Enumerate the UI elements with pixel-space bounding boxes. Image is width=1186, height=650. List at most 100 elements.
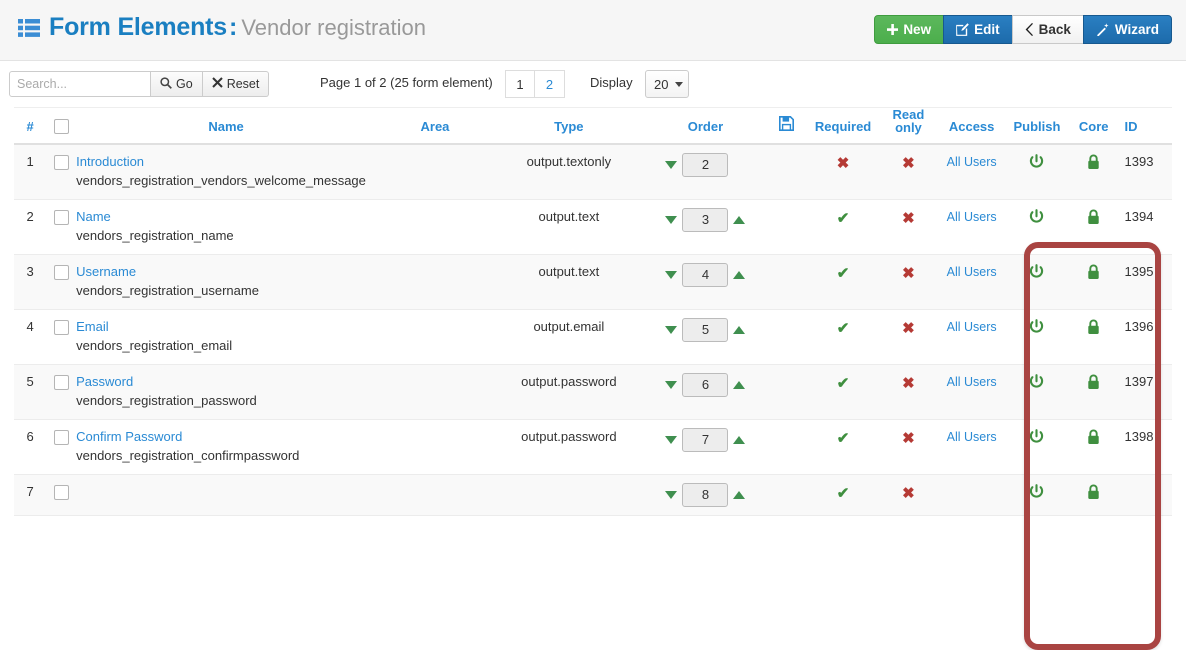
row-readonly[interactable]: ✖ — [880, 144, 937, 200]
row-name-link[interactable]: Email — [76, 319, 376, 335]
power-on-icon[interactable] — [1028, 264, 1045, 284]
row-required[interactable]: ✔ — [805, 419, 881, 475]
row-access-link[interactable]: All Users — [947, 430, 997, 444]
row-core[interactable] — [1066, 419, 1121, 475]
search-reset-button[interactable]: Reset — [202, 71, 270, 97]
row-readonly[interactable]: ✖ — [880, 254, 937, 310]
move-up-icon[interactable] — [733, 326, 746, 334]
row-core[interactable] — [1066, 364, 1121, 420]
col-publish[interactable]: Publish — [1006, 107, 1067, 145]
col-area[interactable]: Area — [376, 107, 494, 145]
row-publish[interactable] — [1006, 419, 1067, 475]
row-name-link[interactable]: Password — [76, 374, 376, 390]
row-readonly[interactable]: ✖ — [880, 419, 937, 475]
row-required[interactable]: ✔ — [805, 364, 881, 420]
col-number[interactable]: # — [14, 107, 47, 145]
power-on-icon[interactable] — [1028, 429, 1045, 449]
row-publish[interactable] — [1006, 199, 1067, 255]
move-up-icon[interactable] — [733, 491, 746, 499]
edit-button[interactable]: Edit — [943, 15, 1013, 44]
row-readonly[interactable]: ✖ — [880, 474, 937, 516]
row-access-link[interactable]: All Users — [947, 375, 997, 389]
row-checkbox[interactable] — [53, 430, 69, 446]
move-down-icon[interactable] — [665, 491, 678, 499]
col-readonly[interactable]: Read only — [880, 107, 937, 145]
col-type[interactable]: Type — [493, 107, 644, 145]
lock-icon[interactable] — [1086, 209, 1101, 228]
row-name-link[interactable]: Username — [76, 264, 376, 280]
order-value-input[interactable]: 3 — [682, 208, 729, 232]
order-value-input[interactable]: 7 — [682, 428, 729, 452]
order-value-input[interactable]: 2 — [682, 153, 729, 177]
row-access-link[interactable]: All Users — [947, 265, 997, 279]
lock-icon[interactable] — [1086, 154, 1101, 173]
row-name-link[interactable]: Introduction — [76, 154, 376, 170]
new-button[interactable]: New — [874, 15, 945, 44]
row-required[interactable]: ✔ — [805, 309, 881, 365]
move-up-icon[interactable] — [733, 436, 746, 444]
lock-icon[interactable] — [1086, 319, 1101, 338]
row-access-link[interactable]: All Users — [947, 320, 997, 334]
row-name-link[interactable]: Confirm Password — [76, 429, 376, 445]
search-input[interactable] — [9, 71, 151, 97]
lock-icon[interactable] — [1086, 374, 1101, 393]
power-on-icon[interactable] — [1028, 154, 1045, 174]
pagination-page-2[interactable]: 2 — [535, 70, 565, 98]
row-required[interactable]: ✔ — [805, 254, 881, 310]
row-checkbox[interactable] — [53, 155, 69, 171]
pagination-page-1[interactable]: 1 — [505, 70, 535, 98]
lock-icon[interactable] — [1086, 484, 1101, 503]
col-name[interactable]: Name — [76, 107, 377, 145]
power-on-icon[interactable] — [1028, 484, 1045, 504]
col-id[interactable]: ID — [1120, 107, 1172, 145]
row-checkbox[interactable] — [53, 375, 69, 391]
row-access-link[interactable]: All Users — [947, 155, 997, 169]
row-core[interactable] — [1066, 254, 1121, 310]
col-required[interactable]: Required — [805, 107, 881, 145]
row-core[interactable] — [1066, 199, 1121, 255]
floppy-save-icon[interactable] — [778, 116, 794, 134]
row-readonly[interactable]: ✖ — [880, 364, 937, 420]
order-value-input[interactable]: 5 — [682, 318, 729, 342]
move-down-icon[interactable] — [665, 326, 678, 334]
row-required[interactable]: ✔ — [805, 474, 881, 516]
row-required[interactable]: ✖ — [805, 144, 881, 200]
row-readonly[interactable]: ✖ — [880, 309, 937, 365]
order-value-input[interactable]: 4 — [682, 263, 729, 287]
move-down-icon[interactable] — [665, 216, 678, 224]
col-access[interactable]: Access — [936, 107, 1007, 145]
row-checkbox[interactable] — [53, 210, 69, 226]
row-access-link[interactable]: All Users — [947, 210, 997, 224]
col-save[interactable] — [767, 107, 806, 145]
order-value-input[interactable]: 6 — [682, 373, 729, 397]
power-on-icon[interactable] — [1028, 319, 1045, 339]
row-core[interactable] — [1066, 309, 1121, 365]
row-name-link[interactable]: Name — [76, 209, 376, 225]
wizard-button[interactable]: Wizard — [1082, 15, 1172, 44]
row-readonly[interactable]: ✖ — [880, 199, 937, 255]
row-publish[interactable] — [1006, 144, 1067, 200]
row-publish[interactable] — [1006, 309, 1067, 365]
display-count-select[interactable]: 20 — [645, 70, 689, 98]
select-all-checkbox[interactable] — [53, 119, 69, 134]
lock-icon[interactable] — [1086, 429, 1101, 448]
row-core[interactable] — [1066, 474, 1121, 516]
power-on-icon[interactable] — [1028, 374, 1045, 394]
row-checkbox[interactable] — [53, 265, 69, 281]
order-value-input[interactable]: 8 — [682, 483, 729, 507]
search-go-button[interactable]: Go — [151, 71, 203, 97]
move-up-icon[interactable] — [733, 381, 746, 389]
col-core[interactable]: Core — [1066, 107, 1121, 145]
row-required[interactable]: ✔ — [805, 199, 881, 255]
row-publish[interactable] — [1006, 254, 1067, 310]
move-down-icon[interactable] — [665, 271, 678, 279]
lock-icon[interactable] — [1086, 264, 1101, 283]
back-button[interactable]: Back — [1011, 15, 1084, 44]
row-checkbox[interactable] — [53, 485, 69, 501]
row-publish[interactable] — [1006, 474, 1067, 516]
col-order[interactable]: Order — [643, 107, 768, 145]
move-down-icon[interactable] — [665, 381, 678, 389]
power-on-icon[interactable] — [1028, 209, 1045, 229]
row-checkbox[interactable] — [53, 320, 69, 336]
row-publish[interactable] — [1006, 364, 1067, 420]
